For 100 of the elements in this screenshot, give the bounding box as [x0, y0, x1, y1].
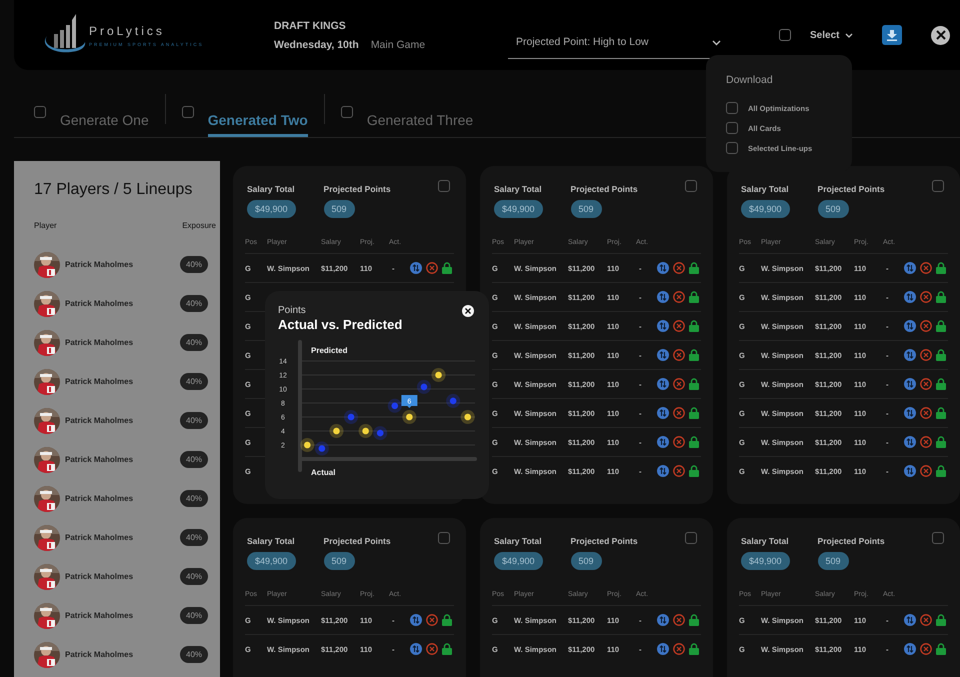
swap-icon[interactable] — [904, 436, 916, 448]
data-point[interactable] — [300, 438, 314, 452]
data-point[interactable] — [402, 410, 416, 424]
data-point[interactable] — [432, 368, 446, 382]
remove-icon[interactable] — [673, 262, 685, 274]
lock-icon[interactable] — [689, 320, 699, 332]
lock-icon[interactable] — [936, 378, 946, 390]
checkbox[interactable] — [726, 142, 738, 154]
remove-icon[interactable] — [673, 407, 685, 419]
remove-icon[interactable] — [920, 349, 932, 361]
data-point[interactable] — [358, 424, 373, 438]
checkbox[interactable] — [685, 532, 697, 544]
swap-icon[interactable] — [410, 643, 422, 655]
lock-icon[interactable] — [442, 643, 452, 655]
swap-icon[interactable] — [904, 349, 916, 361]
lock-icon[interactable] — [689, 291, 699, 303]
remove-icon[interactable] — [920, 614, 932, 626]
remove-icon[interactable] — [426, 614, 438, 626]
checkbox[interactable] — [932, 532, 944, 544]
exposure-badge: 40% — [180, 568, 208, 585]
swap-icon[interactable] — [410, 614, 422, 626]
stat-label: Projected Points — [324, 184, 391, 194]
remove-icon[interactable] — [920, 320, 932, 332]
remove-icon[interactable] — [673, 436, 685, 448]
remove-icon[interactable] — [673, 291, 685, 303]
checkbox[interactable] — [726, 122, 738, 134]
lock-icon[interactable] — [689, 436, 699, 448]
swap-icon[interactable] — [904, 262, 916, 274]
swap-icon[interactable] — [904, 320, 916, 332]
data-point[interactable] — [460, 410, 475, 424]
swap-icon[interactable] — [904, 407, 916, 419]
swap-icon[interactable] — [657, 291, 669, 303]
lock-icon[interactable] — [689, 465, 699, 477]
remove-icon[interactable] — [673, 643, 685, 655]
swap-icon[interactable] — [410, 262, 422, 274]
lock-icon[interactable] — [936, 320, 946, 332]
download-button[interactable] — [882, 25, 902, 45]
lock-icon[interactable] — [936, 262, 946, 274]
checkbox[interactable] — [726, 102, 738, 114]
checkbox[interactable] — [438, 180, 450, 192]
salary-total: $49,900 — [247, 200, 296, 218]
lock-icon[interactable] — [936, 436, 946, 448]
remove-icon[interactable] — [426, 262, 438, 274]
lock-icon[interactable] — [936, 465, 946, 477]
tab[interactable]: Generate One — [60, 91, 149, 137]
data-point[interactable] — [329, 424, 344, 438]
lock-icon[interactable] — [442, 262, 452, 274]
lock-icon[interactable] — [936, 349, 946, 361]
lock-icon[interactable] — [936, 614, 946, 626]
tab[interactable]: Generated Two — [208, 91, 308, 137]
checkbox[interactable] — [182, 106, 194, 118]
swap-icon[interactable] — [657, 643, 669, 655]
event-date: Wednesday, 10th — [274, 38, 359, 50]
swap-icon[interactable] — [904, 378, 916, 390]
swap-icon[interactable] — [904, 465, 916, 477]
remove-icon[interactable] — [920, 436, 932, 448]
remove-icon[interactable] — [920, 262, 932, 274]
remove-icon[interactable] — [673, 378, 685, 390]
remove-icon[interactable] — [920, 465, 932, 477]
lock-icon[interactable] — [442, 614, 452, 626]
swap-icon[interactable] — [904, 291, 916, 303]
lock-icon[interactable] — [936, 291, 946, 303]
swap-icon[interactable] — [657, 465, 669, 477]
remove-icon[interactable] — [920, 291, 932, 303]
swap-icon[interactable] — [657, 320, 669, 332]
lock-icon[interactable] — [936, 643, 946, 655]
remove-icon[interactable] — [673, 349, 685, 361]
close-button[interactable] — [931, 26, 950, 44]
exposure-badge: 40% — [180, 451, 208, 468]
swap-icon[interactable] — [657, 262, 669, 274]
select-dropdown[interactable]: Select — [810, 30, 854, 40]
lock-icon[interactable] — [689, 378, 699, 390]
lock-icon[interactable] — [936, 407, 946, 419]
checkbox[interactable] — [779, 29, 791, 41]
lock-icon[interactable] — [689, 407, 699, 419]
checkbox[interactable] — [340, 106, 353, 118]
remove-icon[interactable] — [426, 643, 438, 655]
swap-icon[interactable] — [657, 436, 669, 448]
swap-icon[interactable] — [904, 614, 916, 626]
checkbox[interactable] — [438, 532, 450, 544]
close-button[interactable] — [462, 305, 474, 317]
remove-icon[interactable] — [920, 407, 932, 419]
swap-icon[interactable] — [657, 614, 669, 626]
lock-icon[interactable] — [689, 262, 699, 274]
lock-icon[interactable] — [689, 614, 699, 626]
remove-icon[interactable] — [920, 643, 932, 655]
swap-icon[interactable] — [657, 349, 669, 361]
swap-icon[interactable] — [904, 643, 916, 655]
remove-icon[interactable] — [673, 320, 685, 332]
checkbox[interactable] — [932, 180, 944, 192]
lock-icon[interactable] — [689, 643, 699, 655]
remove-icon[interactable] — [920, 378, 932, 390]
checkbox[interactable] — [34, 106, 46, 118]
remove-icon[interactable] — [673, 614, 685, 626]
checkbox[interactable] — [685, 180, 697, 192]
lock-icon[interactable] — [689, 349, 699, 361]
remove-icon[interactable] — [673, 465, 685, 477]
tab[interactable]: Generated Three — [366, 91, 474, 137]
swap-icon[interactable] — [657, 378, 669, 390]
swap-icon[interactable] — [657, 407, 669, 419]
